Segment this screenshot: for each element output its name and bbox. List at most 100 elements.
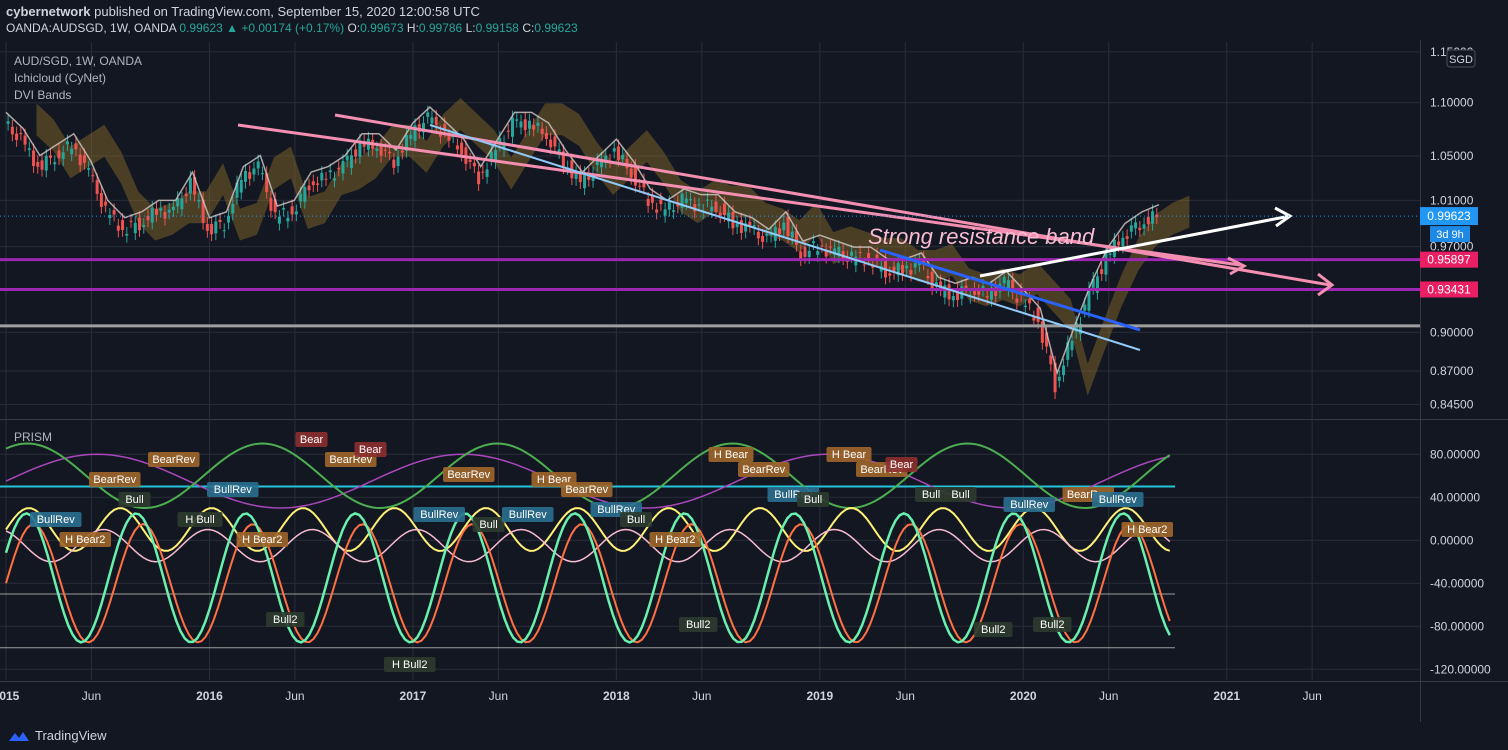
- published-text: published on TradingView.com, September …: [94, 4, 480, 19]
- candle-body: [477, 171, 481, 185]
- candle-body: [858, 251, 862, 253]
- candle-body: [1049, 355, 1053, 365]
- candle-body: [1125, 236, 1129, 239]
- candle-body: [65, 141, 69, 145]
- candle-body: [684, 198, 688, 204]
- candle-body: [714, 201, 718, 213]
- candle-body: [188, 177, 192, 194]
- candle-body: [799, 251, 803, 260]
- candle-body: [383, 149, 387, 151]
- candle-body: [400, 150, 404, 153]
- tradingview-logo[interactable]: TradingView: [8, 728, 107, 743]
- candle-body: [32, 150, 36, 167]
- candle-body: [434, 116, 438, 125]
- candle-body: [239, 180, 243, 193]
- candle-body: [1083, 304, 1087, 311]
- candle-body: [1104, 253, 1108, 275]
- candle-body: [1070, 340, 1074, 351]
- candle-body: [375, 148, 379, 151]
- legend-series[interactable]: AUD/SGD, 1W, OANDA: [14, 54, 142, 68]
- candle-body: [515, 119, 519, 121]
- candle-body: [1121, 237, 1125, 247]
- candle-body: [252, 168, 256, 175]
- y-tick-label: 0.84500: [1430, 397, 1474, 411]
- candle-body: [87, 168, 91, 170]
- candle-body: [621, 155, 625, 160]
- legend-ichicloud[interactable]: Ichicloud (CyNet): [14, 71, 106, 85]
- candle-body: [930, 271, 934, 289]
- candle-body: [875, 254, 879, 259]
- candle-body: [125, 233, 129, 236]
- candle-body: [341, 161, 345, 174]
- osc-tick-label: -80.00000: [1430, 619, 1484, 633]
- osc-tick-label: 80.00000: [1430, 447, 1480, 461]
- candle-body: [697, 204, 701, 206]
- x-tick-label: 2015: [0, 689, 20, 703]
- candle-body: [197, 199, 201, 202]
- signal-label: Bear: [890, 459, 914, 471]
- candle-body: [392, 159, 396, 168]
- candle-body: [36, 161, 40, 167]
- signal-label: H Bear2: [655, 534, 695, 546]
- y-tick-label: 1.01000: [1430, 193, 1474, 207]
- candle-body: [354, 149, 358, 157]
- signal-label: Bull2: [686, 619, 710, 631]
- candle-body: [540, 128, 544, 134]
- signal-label: BullRev: [214, 484, 252, 496]
- author[interactable]: cybernetwork: [6, 4, 91, 19]
- signal-label: H Bear: [832, 449, 867, 461]
- chart-canvas[interactable]: 2015 Jun 2016 Jun 2017 Jun 2018 Jun 2019 Jun 2020 J…: [0, 40, 1508, 726]
- candle-body: [977, 291, 981, 295]
- publish-line: cybernetwork published on TradingView.co…: [6, 4, 480, 19]
- candle-body: [1117, 241, 1121, 246]
- candle-body: [57, 150, 61, 159]
- candle-body: [778, 228, 782, 235]
- candle-body: [964, 285, 968, 288]
- candle-body: [739, 220, 743, 233]
- candle-body: [646, 198, 650, 206]
- currency-label: SGD: [1449, 54, 1473, 66]
- legend-prism[interactable]: PRISM: [14, 430, 52, 444]
- candle-body: [121, 220, 125, 230]
- y-tick-label: 0.90000: [1430, 325, 1474, 339]
- signal-label: Bull: [125, 494, 143, 506]
- legend-dvi-bands[interactable]: DVI Bands: [14, 88, 71, 102]
- signal-label: BullRev: [37, 514, 75, 526]
- candle-body: [150, 207, 154, 223]
- candle-body: [1108, 253, 1112, 255]
- candle-body: [790, 231, 794, 238]
- candle-body: [765, 233, 769, 236]
- candle-body: [672, 210, 676, 212]
- candle-body: [316, 183, 320, 185]
- osc-tick-label: -40.00000: [1430, 576, 1484, 590]
- candle-body: [828, 246, 832, 248]
- signal-label: BullRev: [509, 509, 547, 521]
- candle-body: [756, 231, 760, 239]
- candle-body: [222, 230, 226, 232]
- candle-body: [345, 155, 349, 161]
- candle-body: [78, 154, 82, 166]
- candle-body: [803, 247, 807, 257]
- x-tick-label: Jun: [1302, 689, 1321, 703]
- candle-body: [553, 136, 557, 147]
- candle-body: [82, 155, 86, 163]
- candle-body: [447, 135, 451, 141]
- signal-label: Bull2: [981, 624, 1005, 636]
- candle-body: [862, 264, 866, 266]
- candle-body: [311, 181, 315, 186]
- candle-body: [705, 199, 709, 201]
- x-tick-label: Jun: [489, 689, 508, 703]
- candle-body: [544, 132, 548, 139]
- candle-body: [655, 209, 659, 213]
- candle-body: [146, 215, 150, 221]
- candle-body: [320, 172, 324, 181]
- signal-label: BullRev: [1010, 499, 1048, 511]
- candle-body: [91, 175, 95, 177]
- candle-body: [277, 216, 281, 224]
- countdown-label: 3d 9h: [1436, 229, 1464, 241]
- candle-body: [761, 235, 765, 242]
- candle-body: [129, 220, 133, 222]
- candle-body: [489, 151, 493, 159]
- candle-body: [455, 145, 459, 150]
- candle-body: [549, 139, 553, 148]
